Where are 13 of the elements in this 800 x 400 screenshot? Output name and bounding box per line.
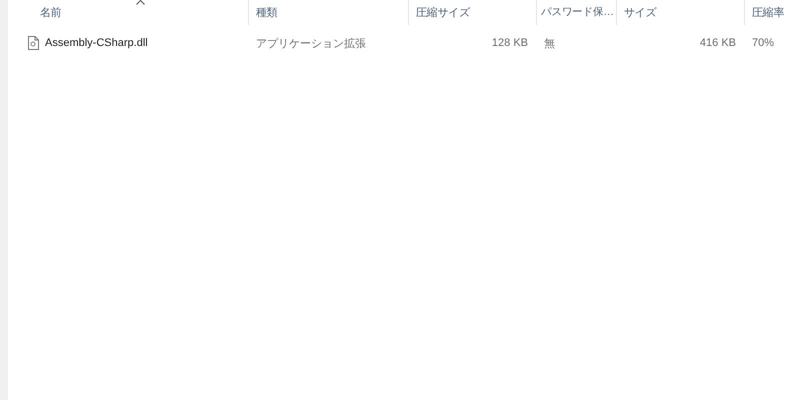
table-cell-text: 70%: [751, 37, 776, 49]
column-header[interactable]: パスワード保…: [536, 0, 616, 25]
table-cell-text: 無: [543, 36, 556, 50]
column-header[interactable]: 種類: [248, 0, 408, 25]
table-cell-text: 128 KB: [490, 37, 529, 49]
file-icon: [28, 36, 39, 50]
column-header[interactable]: 圧縮サイズ: [408, 0, 536, 25]
column-header[interactable]: 名前: [8, 0, 248, 25]
column-header[interactable]: サイズ: [616, 0, 744, 25]
table-cell-text: 416 KB: [698, 37, 737, 49]
table-cell-text: アプリケーション拡張: [255, 36, 367, 50]
file-name[interactable]: Assembly-CSharp.dll: [45, 37, 148, 49]
column-header[interactable]: 圧縮率: [744, 0, 800, 25]
